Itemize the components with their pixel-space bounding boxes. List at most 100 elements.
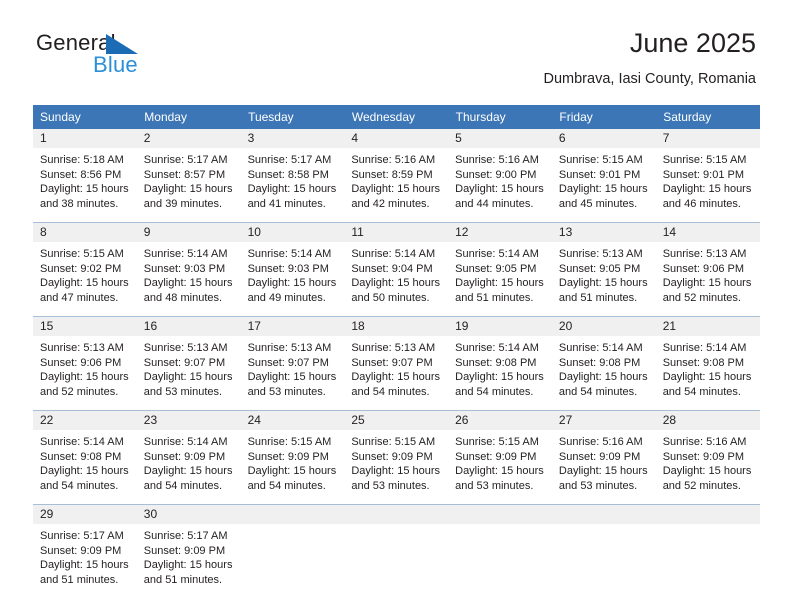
daylight-text-line2: and 39 minutes. bbox=[143, 197, 223, 210]
daylight-text-line2: and 53 minutes. bbox=[455, 479, 534, 492]
day-info: Sunrise: 5:14 AM Sunset: 9:09 PM Dayligh… bbox=[137, 430, 241, 493]
daylight-text-line1: Daylight: 15 hours bbox=[662, 465, 752, 478]
day-cell[interactable]: 3 Sunrise: 5:17 AM Sunset: 8:58 PM Dayli… bbox=[240, 129, 345, 223]
day-info: Sunrise: 5:13 AM Sunset: 9:07 PM Dayligh… bbox=[137, 336, 241, 399]
day-cell[interactable]: 24 Sunrise: 5:15 AM Sunset: 9:09 PM Dayl… bbox=[240, 410, 345, 505]
day-cell[interactable]: 28 Sunrise: 5:16 AM Sunset: 9:09 PM Dayl… bbox=[655, 410, 760, 505]
daylight-text-line1: Daylight: 15 hours bbox=[662, 371, 752, 384]
day-number: 21 bbox=[655, 317, 760, 336]
sunset-text: Sunset: 9:09 PM bbox=[247, 450, 329, 463]
day-number: 14 bbox=[655, 223, 760, 242]
sunrise-text: Sunrise: 5:15 AM bbox=[247, 436, 332, 448]
sunset-text: Sunset: 8:56 PM bbox=[40, 168, 122, 181]
day-cell[interactable]: 22 Sunrise: 5:14 AM Sunset: 9:08 PM Dayl… bbox=[33, 410, 137, 505]
day-info: Sunrise: 5:16 AM Sunset: 9:09 PM Dayligh… bbox=[656, 430, 760, 493]
day-cell[interactable]: 26 Sunrise: 5:15 AM Sunset: 9:09 PM Dayl… bbox=[448, 410, 552, 505]
day-cell[interactable]: 18 Sunrise: 5:13 AM Sunset: 9:07 PM Dayl… bbox=[344, 316, 449, 411]
day-cell[interactable]: 16 Sunrise: 5:13 AM Sunset: 9:07 PM Dayl… bbox=[136, 316, 241, 411]
sunrise-text: Sunrise: 5:16 AM bbox=[351, 154, 436, 166]
sunrise-text: Sunrise: 5:13 AM bbox=[247, 342, 332, 354]
day-info: Sunrise: 5:14 AM Sunset: 9:08 PM Dayligh… bbox=[448, 336, 552, 399]
day-info: Sunrise: 5:15 AM Sunset: 9:09 PM Dayligh… bbox=[241, 430, 345, 493]
day-cell[interactable]: 20 Sunrise: 5:14 AM Sunset: 9:08 PM Dayl… bbox=[551, 316, 656, 411]
day-cell[interactable]: 17 Sunrise: 5:13 AM Sunset: 9:07 PM Dayl… bbox=[240, 316, 345, 411]
daylight-text-line1: Daylight: 15 hours bbox=[247, 371, 337, 384]
calendar-page: General Blue June 2025 Dumbrava, Iasi Co… bbox=[0, 0, 792, 612]
day-cell[interactable]: 25 Sunrise: 5:15 AM Sunset: 9:09 PM Dayl… bbox=[344, 410, 449, 505]
day-number: 6 bbox=[551, 129, 656, 148]
daylight-text-line1: Daylight: 15 hours bbox=[662, 183, 752, 196]
day-cell[interactable]: 29 Sunrise: 5:17 AM Sunset: 9:09 PM Dayl… bbox=[33, 504, 137, 598]
daylight-text-line2: and 51 minutes. bbox=[558, 291, 638, 304]
daylight-text-line1: Daylight: 15 hours bbox=[455, 277, 544, 290]
sunset-text: Sunset: 9:00 PM bbox=[455, 168, 537, 181]
sunset-text: Sunset: 9:07 PM bbox=[351, 356, 433, 369]
day-cell[interactable]: 12 Sunrise: 5:14 AM Sunset: 9:05 PM Dayl… bbox=[448, 222, 552, 317]
day-number: 7 bbox=[655, 129, 760, 148]
sunset-text: Sunset: 9:05 PM bbox=[558, 262, 641, 275]
sunset-text: Sunset: 8:57 PM bbox=[143, 168, 226, 181]
sunrise-text: Sunrise: 5:14 AM bbox=[558, 342, 643, 354]
sunset-text: Sunset: 9:09 PM bbox=[143, 544, 226, 557]
daylight-text-line2: and 42 minutes. bbox=[351, 197, 430, 210]
sunset-text: Sunset: 9:09 PM bbox=[143, 450, 226, 463]
day-cell[interactable]: 10 Sunrise: 5:14 AM Sunset: 9:03 PM Dayl… bbox=[240, 222, 345, 317]
day-number: 1 bbox=[33, 129, 137, 148]
sunrise-text: Sunrise: 5:16 AM bbox=[662, 436, 747, 448]
day-info: Sunrise: 5:18 AM Sunset: 8:56 PM Dayligh… bbox=[33, 148, 137, 211]
day-cell[interactable]: 23 Sunrise: 5:14 AM Sunset: 9:09 PM Dayl… bbox=[136, 410, 241, 505]
day-cell-empty bbox=[448, 504, 552, 598]
sunrise-text: Sunrise: 5:14 AM bbox=[662, 342, 747, 354]
sunrise-text: Sunrise: 5:14 AM bbox=[40, 436, 124, 448]
daylight-text-line1: Daylight: 15 hours bbox=[247, 183, 337, 196]
day-cell[interactable]: 9 Sunrise: 5:14 AM Sunset: 9:03 PM Dayli… bbox=[136, 222, 241, 317]
daylight-text-line2: and 54 minutes. bbox=[247, 479, 326, 492]
day-info: Sunrise: 5:14 AM Sunset: 9:08 PM Dayligh… bbox=[552, 336, 656, 399]
calendar-body: 1 Sunrise: 5:18 AM Sunset: 8:56 PM Dayli… bbox=[33, 129, 760, 598]
day-number: 10 bbox=[240, 223, 345, 242]
day-cell[interactable]: 5 Sunrise: 5:16 AM Sunset: 9:00 PM Dayli… bbox=[448, 129, 552, 223]
day-cell[interactable]: 6 Sunrise: 5:15 AM Sunset: 9:01 PM Dayli… bbox=[551, 129, 656, 223]
daylight-text-line1: Daylight: 15 hours bbox=[455, 465, 544, 478]
day-cell[interactable]: 19 Sunrise: 5:14 AM Sunset: 9:08 PM Dayl… bbox=[448, 316, 552, 411]
daylight-text-line2: and 52 minutes. bbox=[662, 479, 741, 492]
daylight-text-line1: Daylight: 15 hours bbox=[143, 183, 233, 196]
daylight-text-line1: Daylight: 15 hours bbox=[455, 183, 544, 196]
day-number: 8 bbox=[33, 223, 137, 242]
sunset-text: Sunset: 9:08 PM bbox=[662, 356, 745, 369]
calendar-head: Sunday Monday Tuesday Wednesday Thursday… bbox=[33, 105, 760, 129]
sunset-text: Sunset: 9:07 PM bbox=[143, 356, 226, 369]
weekday-header-thursday: Thursday bbox=[448, 105, 553, 129]
day-cell[interactable]: 2 Sunrise: 5:17 AM Sunset: 8:57 PM Dayli… bbox=[136, 129, 241, 223]
calendar-week-row: 29 Sunrise: 5:17 AM Sunset: 9:09 PM Dayl… bbox=[33, 504, 760, 598]
day-number: 26 bbox=[448, 411, 552, 430]
day-cell[interactable]: 8 Sunrise: 5:15 AM Sunset: 9:02 PM Dayli… bbox=[33, 222, 137, 317]
day-cell[interactable]: 27 Sunrise: 5:16 AM Sunset: 9:09 PM Dayl… bbox=[551, 410, 656, 505]
day-number bbox=[655, 505, 760, 524]
day-cell[interactable]: 11 Sunrise: 5:14 AM Sunset: 9:04 PM Dayl… bbox=[344, 222, 449, 317]
day-cell[interactable]: 14 Sunrise: 5:13 AM Sunset: 9:06 PM Dayl… bbox=[655, 222, 760, 317]
sunrise-text: Sunrise: 5:13 AM bbox=[558, 248, 643, 260]
day-cell[interactable]: 13 Sunrise: 5:13 AM Sunset: 9:05 PM Dayl… bbox=[551, 222, 656, 317]
day-info: Sunrise: 5:16 AM Sunset: 9:09 PM Dayligh… bbox=[552, 430, 656, 493]
sunset-text: Sunset: 9:08 PM bbox=[455, 356, 537, 369]
day-cell[interactable]: 4 Sunrise: 5:16 AM Sunset: 8:59 PM Dayli… bbox=[344, 129, 449, 223]
sunset-text: Sunset: 9:02 PM bbox=[40, 262, 122, 275]
day-cell[interactable]: 7 Sunrise: 5:15 AM Sunset: 9:01 PM Dayli… bbox=[655, 129, 760, 223]
day-cell[interactable]: 1 Sunrise: 5:18 AM Sunset: 8:56 PM Dayli… bbox=[33, 129, 137, 223]
day-cell[interactable]: 30 Sunrise: 5:17 AM Sunset: 9:09 PM Dayl… bbox=[136, 504, 241, 598]
sunrise-text: Sunrise: 5:17 AM bbox=[143, 530, 228, 542]
daylight-text-line1: Daylight: 15 hours bbox=[662, 277, 752, 290]
day-cell[interactable]: 21 Sunrise: 5:14 AM Sunset: 9:08 PM Dayl… bbox=[655, 316, 760, 411]
day-cell[interactable]: 15 Sunrise: 5:13 AM Sunset: 9:06 PM Dayl… bbox=[33, 316, 137, 411]
day-info: Sunrise: 5:15 AM Sunset: 9:02 PM Dayligh… bbox=[33, 242, 137, 305]
daylight-text-line1: Daylight: 15 hours bbox=[40, 183, 129, 196]
sunset-text: Sunset: 9:01 PM bbox=[662, 168, 745, 181]
daylight-text-line2: and 51 minutes. bbox=[143, 573, 223, 586]
day-number: 17 bbox=[240, 317, 345, 336]
daylight-text-line2: and 54 minutes. bbox=[558, 385, 638, 398]
daylight-text-line2: and 54 minutes. bbox=[351, 385, 430, 398]
sunset-text: Sunset: 9:09 PM bbox=[455, 450, 537, 463]
day-info: Sunrise: 5:14 AM Sunset: 9:03 PM Dayligh… bbox=[137, 242, 241, 305]
daylight-text-line1: Daylight: 15 hours bbox=[40, 559, 129, 572]
